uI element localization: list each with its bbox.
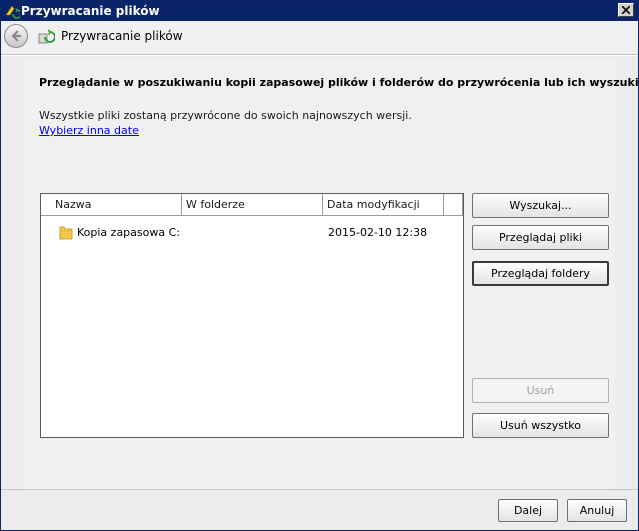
remove-button[interactable]: Usuń — [472, 378, 609, 403]
folder-icon — [59, 226, 73, 240]
column-header-name[interactable]: Nazwa — [41, 194, 182, 215]
choose-another-date-link[interactable]: Wybierz inna date — [39, 124, 139, 137]
list-item[interactable]: Kopia zapasowa C: 2015-02-10 12:38 — [41, 224, 463, 242]
title-bar[interactable]: Przywracanie plików — [1, 1, 638, 21]
column-header-folder[interactable]: W folderze — [182, 194, 323, 215]
info-text: Wszystkie pliki zostaną przywrócone do s… — [39, 109, 412, 122]
list-header: Nazwa W folderze Data modyfikacji — [41, 194, 463, 216]
content-area: Przeglądanie w poszukiwaniu kopii zapaso… — [1, 55, 638, 489]
close-icon — [622, 6, 630, 14]
window-title: Przywracanie plików — [21, 4, 160, 18]
search-button[interactable]: Wyszukaj... — [472, 193, 609, 218]
cancel-button[interactable]: Anuluj — [567, 499, 627, 522]
restore-wizard-icon — [38, 29, 55, 44]
restore-files-window: Przywracanie plików Przywracanie plików … — [0, 0, 639, 531]
wizard-footer: Dalej Anuluj — [1, 489, 638, 530]
navigation-bar: Przywracanie plików — [1, 21, 638, 55]
list-item-name: Kopia zapasowa C: — [77, 226, 180, 239]
page-heading: Przeglądanie w poszukiwaniu kopii zapaso… — [39, 76, 639, 89]
column-header-date-modified[interactable]: Data modyfikacji — [323, 194, 444, 215]
back-arrow-icon — [11, 30, 21, 42]
wizard-title: Przywracanie plików — [61, 29, 183, 43]
browse-folders-button[interactable]: Przeglądaj foldery — [472, 261, 609, 286]
backup-items-list[interactable]: Nazwa W folderze Data modyfikacji Kopia … — [40, 193, 464, 438]
close-button[interactable] — [618, 3, 634, 17]
back-button[interactable] — [4, 24, 28, 48]
list-item-date: 2015-02-10 12:38 — [328, 226, 428, 239]
next-button[interactable]: Dalej — [498, 499, 558, 522]
restore-files-icon — [5, 5, 20, 19]
remove-all-button[interactable]: Usuń wszystko — [472, 413, 609, 438]
browse-files-button[interactable]: Przeglądaj pliki — [472, 225, 609, 250]
column-header-extra[interactable] — [444, 194, 463, 215]
main-panel: Przeglądanie w poszukiwaniu kopii zapaso… — [24, 58, 638, 489]
